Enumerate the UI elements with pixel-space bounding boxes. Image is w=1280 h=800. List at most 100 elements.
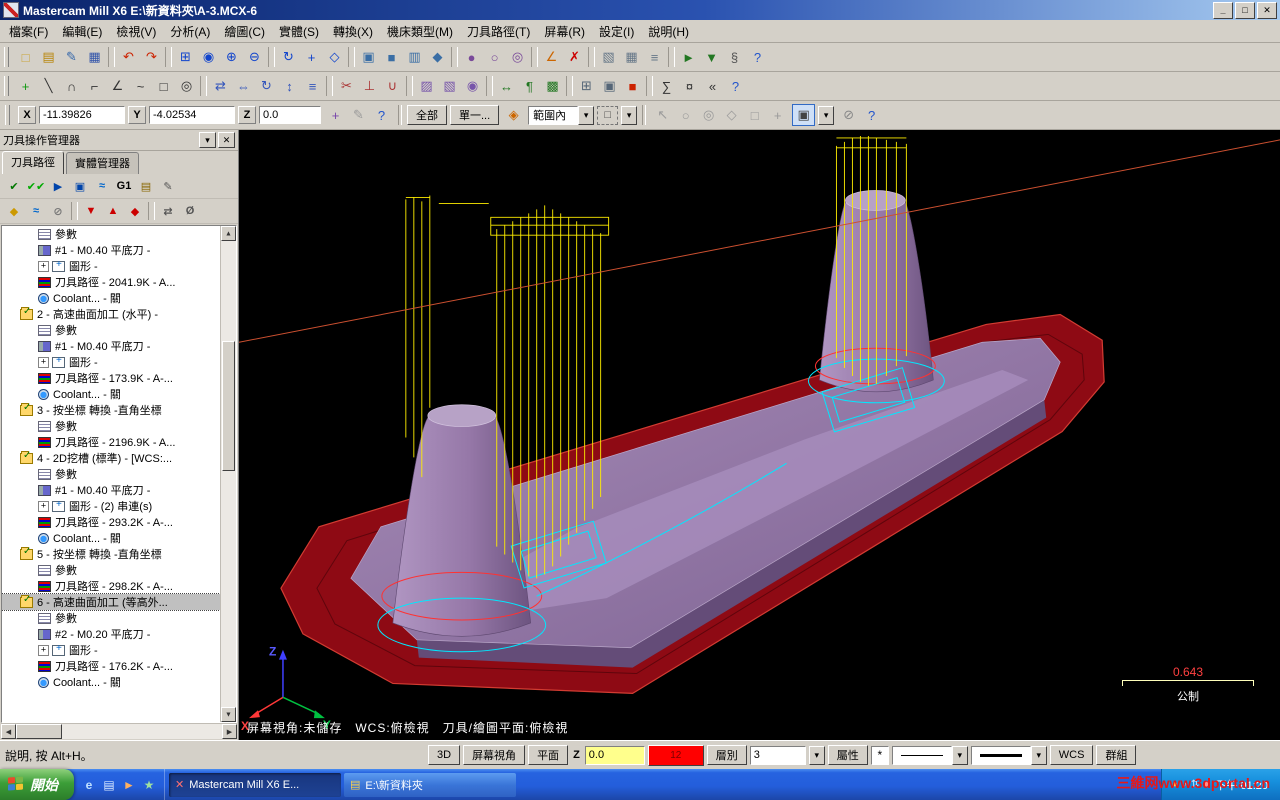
separator[interactable]: [486, 76, 493, 96]
expand-toggle-icon[interactable]: [38, 500, 49, 512]
select-all-operations-icon[interactable]: ✔: [3, 176, 25, 196]
menu-item[interactable]: 刀具路徑(T): [460, 21, 537, 42]
calculator-icon[interactable]: ∑: [655, 75, 678, 97]
panel-header[interactable]: 刀具操作管理器 ▾ ✕: [0, 130, 238, 151]
tree-item[interactable]: 4 - 2D挖槽 (標準) - [WCS:...: [2, 450, 220, 466]
line-style-combo[interactable]: [891, 745, 968, 765]
wireframe-icon[interactable]: ○: [483, 46, 506, 68]
chevron-down-icon[interactable]: [1030, 745, 1047, 765]
trim-icon[interactable]: ✂: [335, 75, 358, 97]
3d-mode-button[interactable]: 3D: [428, 745, 461, 765]
tree-item[interactable]: 參數: [2, 466, 220, 482]
selection-range-combo[interactable]: 範圍內: [528, 105, 595, 125]
menu-item[interactable]: 機床類型(M): [380, 21, 460, 42]
create-point-icon[interactable]: +: [14, 75, 37, 97]
tree-item[interactable]: 刀具路徑 - 293.2K - A-...: [2, 514, 220, 530]
panel-menu-button[interactable]: ▾: [199, 132, 216, 148]
planes-button[interactable]: 平面: [528, 745, 569, 765]
minimize-button[interactable]: _: [1213, 1, 1233, 19]
menu-item[interactable]: 轉換(X): [326, 21, 380, 42]
select-circle-icon[interactable]: ○: [674, 104, 697, 126]
autocursor-icon[interactable]: +: [324, 104, 347, 126]
tree-item[interactable]: 2 - 高速曲面加工 (水平) -: [2, 306, 220, 322]
select-single-button[interactable]: 單一...: [450, 105, 500, 125]
configuration-icon[interactable]: ¤: [678, 75, 701, 97]
planes-icon[interactable]: ▧: [597, 46, 620, 68]
messenger-icon[interactable]: ★: [140, 776, 158, 794]
xform-offset-icon[interactable]: ≡: [301, 75, 324, 97]
tree-item[interactable]: 圖形 -: [2, 258, 220, 274]
x-axis-button[interactable]: X: [18, 106, 36, 124]
menu-item[interactable]: 說明(H): [641, 21, 696, 42]
insert-arrow-icon[interactable]: ◆: [124, 201, 146, 221]
menu-item[interactable]: 設定(I): [592, 21, 641, 42]
create-spline-icon[interactable]: ~: [129, 75, 152, 97]
select-all-button[interactable]: 全部: [407, 105, 447, 125]
expand-toggle-icon[interactable]: [38, 260, 49, 272]
ie-icon[interactable]: e: [80, 776, 98, 794]
break-icon[interactable]: ⊥: [358, 75, 381, 97]
expand-toggle-icon[interactable]: [38, 644, 49, 656]
create-arc-icon[interactable]: ∩: [60, 75, 83, 97]
xform-translate-icon[interactable]: ⇄: [209, 75, 232, 97]
close-button[interactable]: ✕: [1257, 1, 1277, 19]
separator[interactable]: [148, 202, 155, 220]
open-file-icon[interactable]: ▤: [37, 46, 60, 68]
toolpath-group-icon[interactable]: ►: [677, 46, 700, 68]
backplot-icon[interactable]: ▶: [47, 176, 69, 196]
fastpoint-icon[interactable]: ✎: [347, 104, 370, 126]
swap-display-icon[interactable]: ⇄: [157, 201, 179, 221]
window-selection-icon[interactable]: ▣: [792, 104, 816, 126]
selection-mask-icon[interactable]: ◈: [502, 104, 525, 126]
menu-item[interactable]: 分析(A): [163, 21, 217, 42]
separator[interactable]: [406, 76, 413, 96]
menu-item[interactable]: 編輯(E): [55, 21, 109, 42]
gview-iso-icon[interactable]: ◆: [426, 46, 449, 68]
separator[interactable]: [566, 76, 573, 96]
machine-group-icon[interactable]: ▼: [700, 46, 723, 68]
zoom-in-icon[interactable]: ⊕: [220, 46, 243, 68]
tree-item[interactable]: 刀具路徑 - 176.2K - A-...: [2, 658, 220, 674]
level-button[interactable]: 層別: [706, 745, 747, 765]
select-diamond-icon[interactable]: ◇: [720, 104, 743, 126]
separator[interactable]: [531, 47, 538, 67]
panel-close-button[interactable]: ✕: [218, 132, 235, 148]
tree-item[interactable]: Coolant... - 關: [2, 386, 220, 402]
x-coordinate-input[interactable]: [39, 106, 125, 124]
create-rect-icon[interactable]: □: [152, 75, 175, 97]
line-width-combo[interactable]: [970, 745, 1047, 765]
tree-item[interactable]: Coolant... - 關: [2, 674, 220, 690]
z-coordinate-input[interactable]: [259, 106, 321, 124]
tree-item[interactable]: 6 - 高速曲面加工 (等高外...: [2, 593, 220, 611]
zoom-window-icon[interactable]: ⊞: [174, 46, 197, 68]
solid-extrude-icon[interactable]: ▧: [438, 75, 461, 97]
toolbar-drag-handle[interactable]: [4, 76, 9, 96]
wcs-button[interactable]: WCS: [1049, 745, 1094, 765]
toolbar-drag-handle[interactable]: [4, 47, 9, 67]
show-desktop-icon[interactable]: ▤: [100, 776, 118, 794]
vertical-scrollbar[interactable]: [220, 226, 236, 722]
graphics-viewport[interactable]: Z X Y 屏幕視角:未儲存 WCS:俯檢視 刀具/繪圖平面:俯檢視 0.643…: [239, 130, 1280, 740]
select-box-icon[interactable]: □: [743, 104, 766, 126]
tree-item[interactable]: #1 - M0.40 平底刀 -: [2, 338, 220, 354]
separator[interactable]: [451, 47, 458, 67]
menu-item[interactable]: 檔案(F): [2, 21, 55, 42]
separator[interactable]: [646, 76, 653, 96]
menu-item[interactable]: 實體(S): [272, 21, 326, 42]
scroll-left-icon[interactable]: [1, 724, 16, 739]
lock-icon[interactable]: ◆: [3, 201, 25, 221]
gview-front-icon[interactable]: ■: [380, 46, 403, 68]
separator[interactable]: [108, 47, 115, 67]
translucency-icon[interactable]: ◎: [506, 46, 529, 68]
tree-item[interactable]: 圖形 -: [2, 642, 220, 658]
select-double-circle-icon[interactable]: ◎: [697, 104, 720, 126]
redo-icon[interactable]: ↷: [140, 46, 163, 68]
scroll-down-icon[interactable]: [221, 707, 236, 722]
attributes-icon[interactable]: ▣: [598, 75, 621, 97]
levels-icon[interactable]: ≡: [643, 46, 666, 68]
xform-mirror-icon[interactable]: ⇔: [232, 75, 255, 97]
separator[interactable]: [268, 47, 275, 67]
panel-tab[interactable]: 刀具路徑: [2, 151, 64, 174]
separator[interactable]: [348, 47, 355, 67]
verify-icon[interactable]: ▣: [69, 176, 91, 196]
